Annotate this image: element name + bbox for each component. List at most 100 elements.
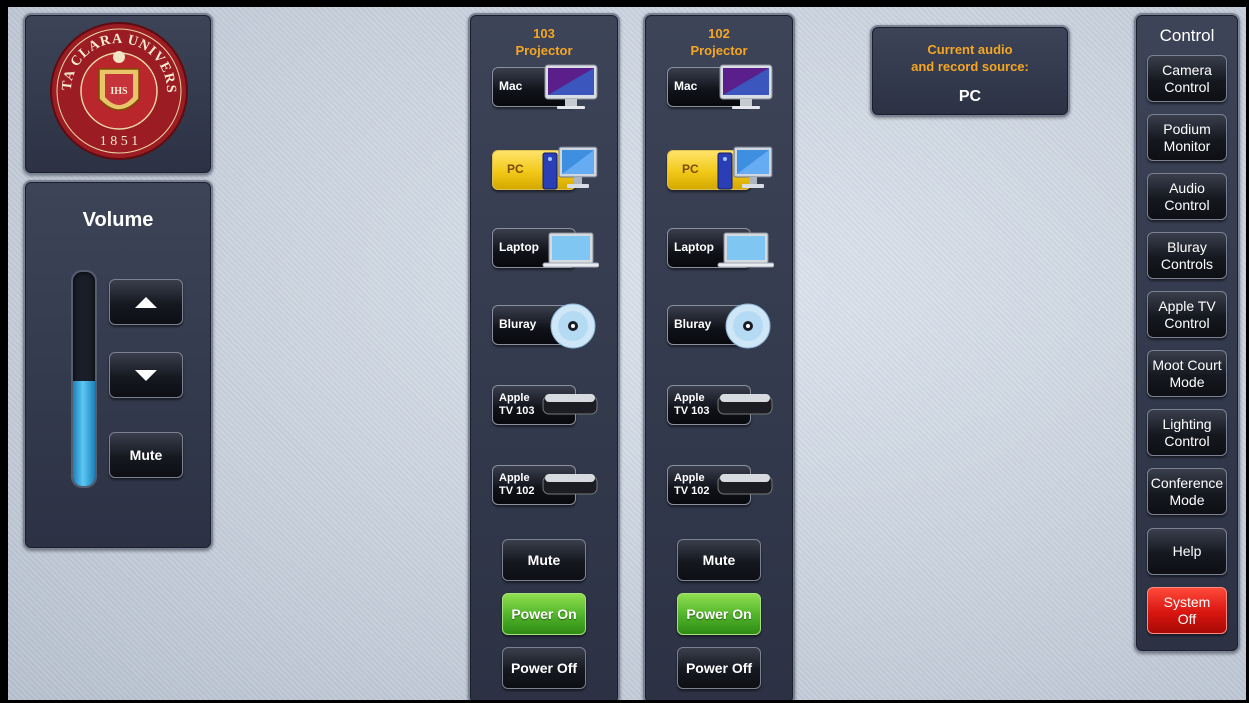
volume-mute-button[interactable]: Mute bbox=[109, 432, 183, 478]
projector-number: 103 bbox=[533, 26, 555, 41]
imac-icon bbox=[719, 64, 773, 109]
button-label-line: Audio bbox=[1169, 180, 1205, 197]
button-label-line: Controls bbox=[1160, 255, 1214, 272]
button-label-line: Off bbox=[1177, 610, 1197, 627]
bluray-controls-button[interactable]: Bluray Controls bbox=[1147, 232, 1227, 279]
current-source-label: Current audio and record source: bbox=[872, 41, 1068, 75]
button-label-line: Monitor bbox=[1163, 137, 1211, 154]
projector-title: 102 Projector bbox=[645, 25, 793, 59]
disc-icon bbox=[725, 303, 771, 349]
pc-icon bbox=[542, 146, 598, 190]
projector-label: Projector bbox=[515, 43, 573, 58]
source-mac-button[interactable]: Mac bbox=[667, 64, 773, 109]
touch-panel-screen: SANTA CLARA UNIVERSITY 1 8 5 1 IHS Volum… bbox=[8, 7, 1246, 700]
current-source-label-line: Current audio bbox=[927, 42, 1013, 57]
camera-control-button[interactable]: Camera Control bbox=[1147, 55, 1227, 102]
button-label-line: Help bbox=[1172, 543, 1202, 560]
seal-monogram: IHS bbox=[110, 86, 128, 97]
button-label-line: Bluray bbox=[1167, 239, 1207, 256]
source-apple-tv-102-button[interactable]: Apple TV 102 bbox=[492, 465, 598, 505]
button-label-line: Podium bbox=[1163, 121, 1211, 138]
pc-icon bbox=[717, 146, 773, 190]
button-label-line: Moot Court bbox=[1152, 357, 1222, 374]
moot-court-mode-button[interactable]: Moot Court Mode bbox=[1147, 350, 1227, 397]
control-title: Control bbox=[1159, 26, 1215, 45]
source-label: Laptop bbox=[674, 240, 714, 254]
source-laptop-button[interactable]: Laptop bbox=[667, 228, 774, 268]
lighting-control-button[interactable]: Lighting Control bbox=[1147, 409, 1227, 456]
laptop-icon bbox=[542, 232, 599, 268]
volume-up-button[interactable] bbox=[109, 279, 183, 325]
button-label-line: Control bbox=[1164, 196, 1210, 213]
button-label-line: Control bbox=[1164, 314, 1210, 331]
arrow-up-icon bbox=[135, 296, 157, 308]
seal-year-text: 1 8 5 1 bbox=[100, 134, 139, 149]
source-label: Apple TV 103 bbox=[499, 392, 535, 417]
conference-mode-button[interactable]: Conference Mode bbox=[1147, 468, 1227, 515]
source-bluray-button[interactable]: Bluray bbox=[667, 303, 771, 349]
power-off-button[interactable]: Power Off bbox=[677, 647, 761, 689]
current-source-panel: Current audio and record source: PC bbox=[870, 25, 1070, 117]
audio-control-button[interactable]: Audio Control bbox=[1147, 173, 1227, 220]
arrow-down-icon bbox=[135, 369, 157, 381]
power-off-button[interactable]: Power Off bbox=[502, 647, 586, 689]
volume-title: Volume bbox=[82, 209, 154, 231]
laptop-icon bbox=[717, 232, 774, 268]
projector-label: Projector bbox=[690, 43, 748, 58]
source-label: PC bbox=[682, 162, 699, 176]
projector-number: 102 bbox=[708, 26, 730, 41]
logo-panel: SANTA CLARA UNIVERSITY 1 8 5 1 IHS bbox=[23, 13, 213, 175]
source-label: Apple TV 102 bbox=[674, 472, 710, 497]
button-label-line: Control bbox=[1164, 78, 1210, 95]
source-label: Bluray bbox=[499, 317, 537, 331]
source-label: PC bbox=[507, 162, 524, 176]
disc-icon bbox=[550, 303, 596, 349]
source-pc-button[interactable]: PC bbox=[667, 146, 773, 190]
apple-tv-control-button[interactable]: Apple TV Control bbox=[1147, 291, 1227, 338]
projector-title: 103 Projector bbox=[470, 25, 618, 59]
current-source-value: PC bbox=[958, 88, 982, 105]
current-source-label-line: and record source: bbox=[911, 59, 1029, 74]
source-apple-tv-102-button[interactable]: Apple TV 102 bbox=[667, 465, 773, 505]
button-label-line: Apple TV bbox=[1158, 298, 1216, 315]
button-label-line: Control bbox=[1164, 432, 1210, 449]
control-panel: Control Camera Control Podium Monitor Audi… bbox=[1134, 13, 1240, 653]
source-laptop-button[interactable]: Laptop bbox=[492, 228, 599, 268]
apple-tv-icon bbox=[542, 474, 598, 495]
help-button[interactable]: Help bbox=[1147, 528, 1227, 575]
button-label-line: Mode bbox=[1169, 491, 1205, 508]
university-seal-logo: SANTA CLARA UNIVERSITY 1 8 5 1 IHS bbox=[49, 21, 188, 160]
source-label: Bluray bbox=[674, 317, 712, 331]
source-bluray-button[interactable]: Bluray bbox=[492, 303, 596, 349]
projector-mute-button[interactable]: Mute bbox=[502, 539, 586, 581]
power-on-button[interactable]: Power On bbox=[502, 593, 586, 635]
volume-down-button[interactable] bbox=[109, 352, 183, 398]
apple-tv-icon bbox=[717, 474, 773, 495]
volume-level-meter[interactable] bbox=[71, 270, 97, 488]
source-apple-tv-103-button[interactable]: Apple TV 103 bbox=[492, 385, 598, 425]
source-label: Laptop bbox=[499, 240, 539, 254]
projector-103-panel: 103 Projector Mac PC Laptop Bluray Apple… bbox=[468, 13, 620, 700]
projector-102-panel: 102 Projector Mac PC Laptop Bluray Apple… bbox=[643, 13, 795, 700]
projector-mute-button[interactable]: Mute bbox=[677, 539, 761, 581]
system-off-button[interactable]: System Off bbox=[1147, 587, 1227, 634]
volume-panel: Volume Mute bbox=[23, 180, 213, 550]
source-pc-button[interactable]: PC bbox=[492, 146, 598, 190]
source-label: Apple TV 102 bbox=[499, 472, 535, 497]
source-apple-tv-103-button[interactable]: Apple TV 103 bbox=[667, 385, 773, 425]
source-label: Mac bbox=[499, 79, 523, 93]
button-label-line: Lighting bbox=[1162, 416, 1212, 433]
imac-icon bbox=[544, 64, 598, 109]
volume-level-fill bbox=[73, 381, 95, 486]
apple-tv-icon bbox=[717, 394, 773, 415]
button-label-line: System bbox=[1163, 594, 1211, 611]
button-label-line: Conference bbox=[1150, 475, 1224, 492]
button-label-line: Mode bbox=[1169, 373, 1205, 390]
podium-monitor-button[interactable]: Podium Monitor bbox=[1147, 114, 1227, 161]
source-mac-button[interactable]: Mac bbox=[492, 64, 598, 109]
apple-tv-icon bbox=[542, 394, 598, 415]
source-label: Mac bbox=[674, 79, 698, 93]
power-on-button[interactable]: Power On bbox=[677, 593, 761, 635]
button-label-line: Camera bbox=[1162, 62, 1212, 79]
source-label: Apple TV 103 bbox=[674, 392, 710, 417]
